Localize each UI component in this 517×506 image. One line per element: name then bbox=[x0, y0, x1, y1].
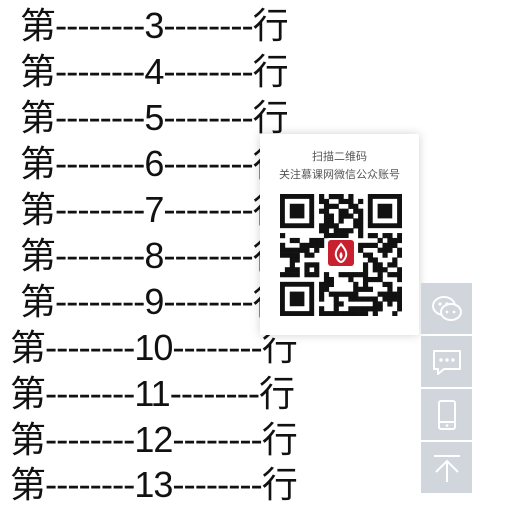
back-to-top-icon bbox=[433, 454, 460, 482]
qr-popup-subtitle: 关注慕课网微信公众账号 bbox=[279, 169, 400, 181]
site-logo-icon bbox=[326, 238, 356, 268]
list-item: 第--------6--------行 bbox=[20, 143, 289, 185]
list-item: 第--------10--------行 bbox=[10, 327, 298, 369]
wechat-button[interactable] bbox=[421, 283, 472, 334]
list-item: 第--------12--------行 bbox=[10, 419, 298, 461]
list-item: 第--------3--------行 bbox=[20, 5, 289, 47]
wechat-icon bbox=[431, 295, 462, 321]
chat-bubble-icon bbox=[432, 349, 461, 375]
list-item: 第--------7--------行 bbox=[20, 189, 289, 231]
floating-sidebar bbox=[421, 283, 472, 495]
list-item: 第--------9--------行 bbox=[20, 281, 289, 323]
qr-popup-title: 扫描二维码 bbox=[312, 151, 367, 163]
list-item: 第--------8--------行 bbox=[20, 235, 289, 277]
back-to-top-button[interactable] bbox=[421, 442, 472, 493]
feedback-button[interactable] bbox=[421, 336, 472, 387]
list-item: 第--------4--------行 bbox=[20, 51, 289, 93]
mobile-app-button[interactable] bbox=[421, 389, 472, 440]
mobile-phone-icon bbox=[437, 399, 456, 430]
list-item: 第--------11--------行 bbox=[10, 373, 295, 415]
list-item: 第--------5--------行 bbox=[20, 97, 289, 139]
qr-code-popup: 扫描二维码 关注慕课网微信公众账号 bbox=[260, 134, 419, 335]
